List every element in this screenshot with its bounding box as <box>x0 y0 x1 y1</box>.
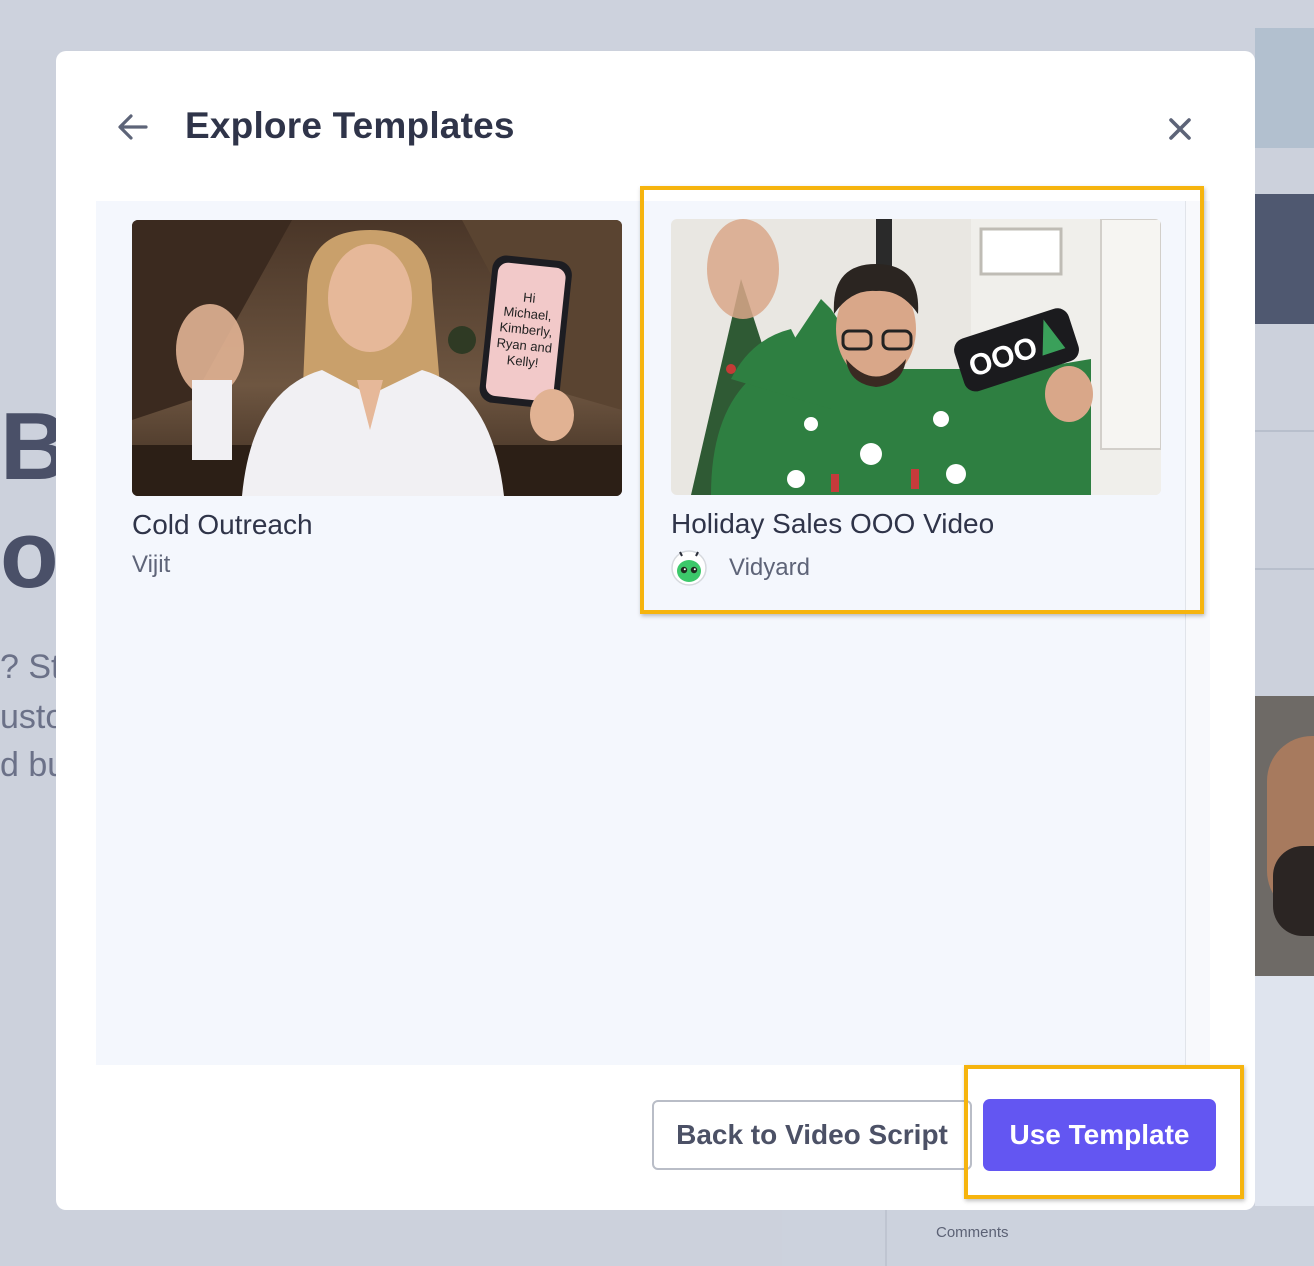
explore-templates-modal: Explore Templates Hi Michael, Kimberly, … <box>56 51 1255 1210</box>
template-title: Holiday Sales OOO Video <box>671 508 995 539</box>
close-icon <box>1169 118 1191 140</box>
author-name: Vijit <box>132 551 171 578</box>
background-heading-fragment: or <box>0 501 56 608</box>
video-thumbnail-image: OOO <box>671 219 1161 495</box>
background-divider <box>1255 430 1314 432</box>
background-right-panel <box>1255 194 1314 324</box>
author-name: Vidyard <box>729 554 810 581</box>
background-text-fragment: ? Sta <box>0 648 56 686</box>
back-to-video-script-button[interactable]: Back to Video Script <box>652 1100 972 1170</box>
template-author: Vijit <box>132 551 622 579</box>
use-template-button[interactable]: Use Template <box>983 1099 1216 1171</box>
close-button[interactable] <box>1162 111 1198 147</box>
background-heading-fragment: Bu <box>0 393 56 500</box>
template-card-cold-outreach[interactable]: Hi Michael, Kimberly, Ryan and Kelly! Co… <box>132 220 622 579</box>
vidyard-bot-icon <box>671 550 707 586</box>
background-top-strip <box>0 0 1314 50</box>
arrow-left-icon <box>118 114 148 140</box>
modal-title: Explore Templates <box>185 105 515 146</box>
background-text-fragment: d bu <box>0 746 56 784</box>
background-divider <box>885 1210 887 1266</box>
video-thumbnail-image: Hi Michael, Kimberly, Ryan and Kelly! <box>132 220 622 496</box>
template-thumbnail[interactable]: OOO <box>671 219 1161 495</box>
background-divider <box>1255 568 1314 570</box>
template-author: Vidyard <box>671 550 1161 586</box>
background-bottom-panel <box>782 1210 1314 1266</box>
back-button[interactable] <box>116 109 150 145</box>
template-grid-scrollbar[interactable] <box>1185 201 1210 1065</box>
background-text-fragment: usto <box>0 698 56 736</box>
template-title: Cold Outreach <box>132 509 313 540</box>
background-right-header <box>1255 28 1314 148</box>
background-video-preview <box>1255 696 1314 1206</box>
template-grid: Hi Michael, Kimberly, Ryan and Kelly! Co… <box>96 201 1210 1065</box>
svg-text:Hi: Hi <box>522 290 536 306</box>
template-thumbnail[interactable]: Hi Michael, Kimberly, Ryan and Kelly! <box>132 220 622 496</box>
comments-tab[interactable]: Comments <box>936 1224 1009 1241</box>
template-card-holiday-sales[interactable]: OOO Holiday Sales OOO Video Vidyard <box>671 219 1161 586</box>
